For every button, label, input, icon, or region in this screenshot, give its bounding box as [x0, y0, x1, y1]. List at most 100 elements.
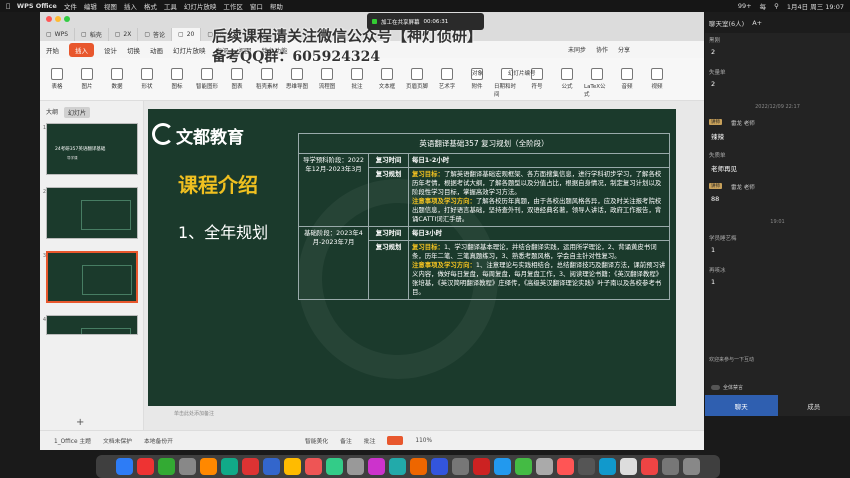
screen-share-indicator[interactable]: 加工在共享屏幕 00:06:31: [367, 13, 484, 30]
ribbon-button[interactable]: 稻壳素材: [254, 68, 280, 90]
backup-status[interactable]: 本地备份开: [144, 436, 173, 445]
toggle-icon[interactable]: [711, 385, 720, 390]
document-tab[interactable]: ▢ 答论: [138, 28, 173, 41]
document-tab[interactable]: ▢ 20: [172, 28, 202, 41]
ribbon-button[interactable]: 流程图: [314, 68, 340, 90]
ribbon-tab[interactable]: 动画: [150, 45, 163, 55]
dock-app-icon[interactable]: [683, 458, 700, 475]
dock-app-icon[interactable]: [284, 458, 301, 475]
ribbon-button[interactable]: 数据: [104, 68, 130, 90]
minimize-window-button[interactable]: [55, 16, 61, 22]
search-icon[interactable]: ⚲: [774, 2, 779, 10]
ribbon-button[interactable]: 表格: [44, 68, 70, 90]
menubar-item[interactable]: 工作区: [223, 1, 243, 11]
slide-title[interactable]: 课程介绍: [178, 169, 258, 198]
play-slideshow-button[interactable]: [387, 436, 404, 445]
mute-all-toggle[interactable]: 全体禁言: [711, 384, 743, 391]
notes-button[interactable]: 备注: [340, 436, 352, 445]
beautify-button[interactable]: 智能美化: [305, 436, 328, 445]
ribbon-button[interactable]: 视频: [644, 68, 670, 90]
apple-icon[interactable]: : [6, 2, 10, 10]
dock-app-icon[interactable]: [515, 458, 532, 475]
ribbon-tab[interactable]: 开始: [46, 45, 59, 55]
dock-app-icon[interactable]: [578, 458, 595, 475]
add-slide-icon[interactable]: +: [76, 417, 84, 428]
dock-app-icon[interactable]: [179, 458, 196, 475]
panel-tab[interactable]: 大纲: [46, 107, 58, 118]
dock-app-icon[interactable]: [305, 458, 322, 475]
dock-app-icon[interactable]: [494, 458, 511, 475]
dock-app-icon[interactable]: [116, 458, 133, 475]
dock-app-icon[interactable]: [641, 458, 658, 475]
battery-label[interactable]: 99+: [738, 2, 752, 10]
menubar-item[interactable]: 编辑: [84, 1, 97, 11]
protect-status[interactable]: 文档未保护: [103, 436, 132, 445]
ribbon-button[interactable]: 文本框: [374, 68, 400, 90]
ribbon-button[interactable]: 公式: [554, 68, 580, 90]
ribbon-button[interactable]: 图标: [164, 68, 190, 90]
font-size-icon[interactable]: A+: [752, 19, 762, 27]
dock-app-icon[interactable]: [200, 458, 217, 475]
dock-app-icon[interactable]: [536, 458, 553, 475]
dock-app-icon[interactable]: [263, 458, 280, 475]
panel-tab[interactable]: 幻灯片: [64, 107, 91, 118]
ribbon-button[interactable]: 批注: [344, 68, 370, 90]
ribbon-button[interactable]: 艺术字: [434, 68, 460, 90]
ribbon-button[interactable]: 形状: [134, 68, 160, 90]
tab-members[interactable]: 成员: [778, 395, 850, 416]
dock-app-icon[interactable]: [557, 458, 574, 475]
menubar-item[interactable]: 视图: [104, 1, 117, 11]
object-button[interactable]: 对象: [472, 69, 483, 77]
clock[interactable]: 1月4日 周三 19:07: [787, 1, 844, 11]
slide-editor[interactable]: 文都教育 课程介绍 1、全年规划 英语翻译基础357 复习规划（全阶段） 导学预…: [144, 101, 704, 430]
slide-thumbnail[interactable]: 24考研357英语翻译基础 导学课: [46, 123, 138, 175]
dock-app-icon[interactable]: [662, 458, 679, 475]
document-tab[interactable]: ▢ 2X: [109, 28, 139, 41]
close-window-button[interactable]: [46, 16, 52, 22]
ribbon-tab[interactable]: 插入: [69, 42, 94, 57]
dock-app-icon[interactable]: [368, 458, 385, 475]
menubar-item[interactable]: 文件: [64, 1, 77, 11]
document-tab[interactable]: ▢ 稻壳: [75, 28, 109, 41]
collab-button[interactable]: 协作: [596, 45, 608, 54]
slide-thumbnail[interactable]: [46, 187, 138, 239]
dock-app-icon[interactable]: [410, 458, 427, 475]
ribbon-tab[interactable]: 设计: [104, 45, 117, 55]
zoom-level[interactable]: 110%: [415, 438, 432, 444]
ribbon-button[interactable]: 思维导图: [284, 68, 310, 90]
dock-app-icon[interactable]: [221, 458, 238, 475]
slide-thumbnail[interactable]: [46, 251, 138, 303]
slide-number-button[interactable]: 幻灯片编号: [508, 69, 536, 77]
menubar-item[interactable]: 幻灯片放映: [184, 1, 217, 11]
dock-app-icon[interactable]: [242, 458, 259, 475]
menubar-app-name[interactable]: WPS Office: [17, 2, 57, 10]
dock-app-icon[interactable]: [158, 458, 175, 475]
ribbon-button[interactable]: 智能图形: [194, 68, 220, 90]
sync-status[interactable]: 未同步: [568, 45, 586, 54]
ribbon-button[interactable]: 页眉页脚: [404, 68, 430, 90]
ribbon-button[interactable]: LaTeX公式: [584, 68, 610, 98]
network-label[interactable]: 每: [760, 1, 767, 11]
dock-app-icon[interactable]: [389, 458, 406, 475]
tab-chat[interactable]: 聊天: [705, 395, 778, 416]
dock-app-icon[interactable]: [137, 458, 154, 475]
menubar-item[interactable]: 格式: [144, 1, 157, 11]
ribbon-button[interactable]: 音频: [614, 68, 640, 90]
dock-app-icon[interactable]: [620, 458, 637, 475]
dock-app-icon[interactable]: [599, 458, 616, 475]
ribbon-button[interactable]: 图表: [224, 68, 250, 90]
dock-app-icon[interactable]: [326, 458, 343, 475]
dock-app-icon[interactable]: [452, 458, 469, 475]
menubar-item[interactable]: 窗口: [250, 1, 263, 11]
notes-placeholder[interactable]: 单击此处添加备注: [174, 410, 214, 417]
share-button[interactable]: 分享: [618, 45, 630, 54]
ribbon-button[interactable]: 图片: [74, 68, 100, 90]
ribbon-tab[interactable]: 幻灯片放映: [173, 45, 206, 55]
slide-thumbnail[interactable]: [46, 315, 138, 335]
dock-app-icon[interactable]: [347, 458, 364, 475]
menubar-item[interactable]: 帮助: [270, 1, 283, 11]
dock-app-icon[interactable]: [473, 458, 490, 475]
document-tab[interactable]: ▢ WPS: [40, 28, 76, 41]
menubar-item[interactable]: 插入: [124, 1, 137, 11]
slide-subtitle[interactable]: 1、全年规划: [178, 219, 268, 243]
